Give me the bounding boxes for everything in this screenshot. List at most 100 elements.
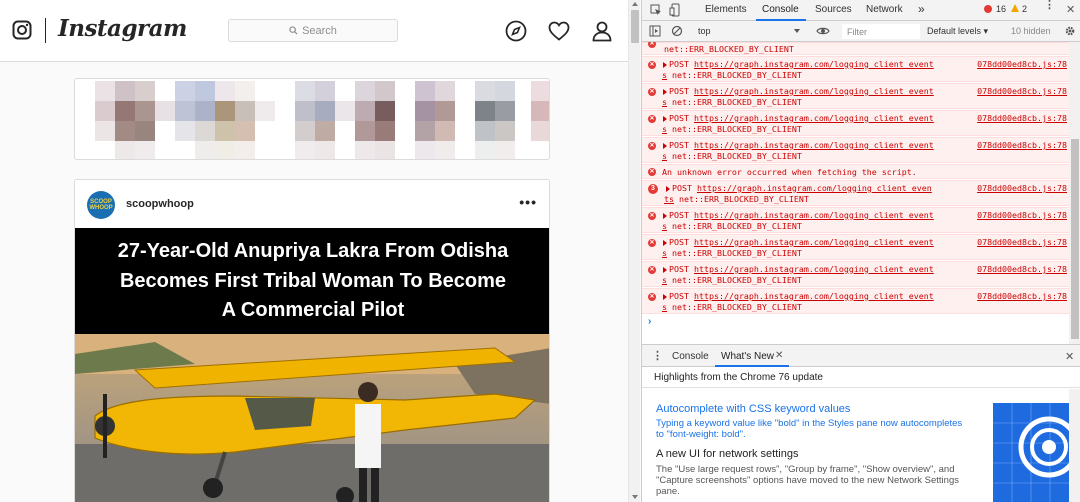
request-url[interactable]: https://graph.instagram.com/logging_clie… (694, 140, 934, 150)
clear-console-icon[interactable] (671, 25, 683, 37)
instagram-camera-icon[interactable] (12, 20, 32, 40)
drawer-tab-whats-new[interactable]: What's New (721, 351, 774, 362)
source-link-cont[interactable]: s (662, 221, 667, 231)
console-message[interactable]: ✕ POST https://graph.instagram.com/loggi… (642, 56, 1069, 82)
request-url[interactable]: https://graph.instagram.com/logging_clie… (694, 113, 934, 123)
heart-activity-icon[interactable] (547, 19, 571, 43)
request-url[interactable]: https://graph.instagram.com/logging_clie… (694, 291, 934, 301)
console-filter-input[interactable]: Filter (842, 24, 920, 39)
instagram-wordmark[interactable]: Instagram (58, 15, 187, 42)
expand-triangle-icon[interactable] (663, 294, 667, 300)
avatar-text: SCOOP WHOOP (89, 199, 113, 211)
request-url-cont[interactable]: ts (664, 194, 674, 204)
search-placeholder: Search (302, 24, 337, 37)
source-link-cont[interactable]: s (662, 151, 667, 161)
request-method: POST (669, 140, 689, 150)
console-message[interactable]: ✕ POST https://graph.instagram.com/loggi… (642, 288, 1069, 314)
feed-post: SCOOP WHOOP scoopwhoop ••• 27-Year-Old A… (74, 179, 550, 502)
request-url[interactable]: https://graph.instagram.com/logging_clie… (697, 183, 932, 193)
post-username[interactable]: scoopwhoop (126, 198, 194, 210)
live-expression-eye-icon[interactable] (816, 26, 830, 36)
explore-compass-icon[interactable] (504, 19, 528, 43)
expand-triangle-icon[interactable] (663, 89, 667, 95)
request-url[interactable]: https://graph.instagram.com/logging_clie… (694, 59, 934, 69)
whats-new-heading[interactable]: Autocomplete with CSS keyword values (656, 403, 850, 415)
console-scrollbar-thumb[interactable] (1071, 139, 1079, 339)
request-url[interactable]: https://graph.instagram.com/logging_clie… (694, 237, 934, 247)
console-scrollbar[interactable] (1069, 42, 1080, 344)
tab-elements[interactable]: Elements (705, 4, 747, 15)
scroll-down-arrow-icon[interactable] (632, 495, 638, 499)
console-message[interactable]: ✕ POST https://graph.instagram.com/loggi… (642, 234, 1069, 260)
error-icon: ✕ (648, 239, 656, 247)
source-link-cont[interactable]: s (662, 275, 667, 285)
console-message[interactable]: ✕ POST https://graph.instagram.com/loggi… (642, 261, 1069, 287)
context-selector[interactable]: top (694, 23, 804, 39)
post-image[interactable]: 27-Year-Old Anupriya Lakra From Odisha B… (75, 228, 549, 502)
inspect-element-icon[interactable] (650, 4, 662, 16)
source-link[interactable]: 078dd00ed8cb.js:78 (977, 86, 1067, 97)
more-options-icon[interactable]: ••• (519, 194, 537, 210)
console-message[interactable]: ✕ net::ERR_BLOCKED_BY_CLIENT (642, 42, 1069, 55)
console-settings-gear-icon[interactable] (1064, 25, 1076, 37)
expand-triangle-icon[interactable] (663, 116, 667, 122)
expand-triangle-icon[interactable] (663, 240, 667, 246)
log-levels-dropdown[interactable]: Default levels ▾ (927, 26, 988, 37)
expand-triangle-icon[interactable] (663, 267, 667, 273)
avatar[interactable]: SCOOP WHOOP (87, 191, 115, 219)
source-link-cont[interactable]: s (662, 97, 667, 107)
whats-new-heading[interactable]: A new UI for network settings (656, 448, 798, 460)
source-link-cont[interactable]: s (662, 302, 667, 312)
request-url[interactable]: https://graph.instagram.com/logging_clie… (694, 264, 934, 274)
source-link-cont[interactable]: s (662, 124, 667, 134)
source-link[interactable]: 078dd00ed8cb.js:78 (977, 183, 1067, 194)
error-count-icon (984, 5, 992, 13)
error-count[interactable]: 16 (996, 4, 1006, 14)
source-link[interactable]: 078dd00ed8cb.js:78 (977, 291, 1067, 302)
source-link-cont[interactable]: s (662, 248, 667, 258)
stories-tray[interactable] (74, 78, 550, 160)
expand-triangle-icon[interactable] (663, 143, 667, 149)
console-message[interactable]: ✕ POST https://graph.instagram.com/loggi… (642, 207, 1069, 233)
drawer-tab-console[interactable]: Console (672, 351, 709, 362)
console-prompt[interactable]: › (648, 316, 651, 327)
expand-triangle-icon[interactable] (663, 62, 667, 68)
close-drawer-icon[interactable]: ✕ (1065, 350, 1074, 363)
whats-new-scrollbar[interactable] (1069, 389, 1080, 502)
close-devtools-icon[interactable]: ✕ (1066, 3, 1075, 16)
device-toolbar-icon[interactable] (669, 3, 681, 17)
tab-sources[interactable]: Sources (815, 4, 852, 15)
source-link[interactable]: 078dd00ed8cb.js:78 (977, 210, 1067, 221)
warning-count-icon (1011, 4, 1019, 12)
source-link[interactable]: 078dd00ed8cb.js:78 (977, 140, 1067, 151)
request-method: POST (669, 210, 689, 220)
source-link-cont[interactable]: s (662, 70, 667, 80)
request-url[interactable]: https://graph.instagram.com/logging_clie… (694, 210, 934, 220)
expand-triangle-icon[interactable] (666, 186, 670, 192)
console-message[interactable]: ✕ POST https://graph.instagram.com/loggi… (642, 83, 1069, 109)
console-message[interactable]: ✕ POST https://graph.instagram.com/loggi… (642, 137, 1069, 163)
show-sidebar-icon[interactable] (649, 25, 661, 37)
console-message[interactable]: ✕ An unknown error occurred when fetchin… (642, 164, 1069, 179)
close-tab-icon[interactable]: ✕ (775, 350, 783, 361)
console-message[interactable]: 3 POST https://graph.instagram.com/loggi… (642, 180, 1069, 206)
customize-menu-icon[interactable]: ⋮ (1044, 0, 1055, 11)
scrollbar-thumb[interactable] (631, 10, 639, 43)
search-input[interactable]: Search (228, 19, 398, 42)
scroll-up-arrow-icon[interactable] (632, 2, 638, 6)
error-icon: ✕ (648, 42, 656, 48)
source-link[interactable]: 078dd00ed8cb.js:78 (977, 59, 1067, 70)
source-link[interactable]: 078dd00ed8cb.js:78 (977, 237, 1067, 248)
tab-network[interactable]: Network (866, 4, 903, 15)
expand-triangle-icon[interactable] (663, 213, 667, 219)
profile-user-icon[interactable] (590, 19, 614, 43)
source-link[interactable]: 078dd00ed8cb.js:78 (977, 113, 1067, 124)
tab-console[interactable]: Console (762, 4, 799, 15)
drawer-menu-icon[interactable]: ⋮ (652, 349, 663, 362)
source-link[interactable]: 078dd00ed8cb.js:78 (977, 264, 1067, 275)
page-scrollbar[interactable] (628, 0, 640, 502)
more-tabs-icon[interactable]: » (918, 2, 925, 16)
console-message[interactable]: ✕ POST https://graph.instagram.com/loggi… (642, 110, 1069, 136)
request-url[interactable]: https://graph.instagram.com/logging_clie… (694, 86, 934, 96)
warning-count[interactable]: 2 (1022, 4, 1027, 14)
